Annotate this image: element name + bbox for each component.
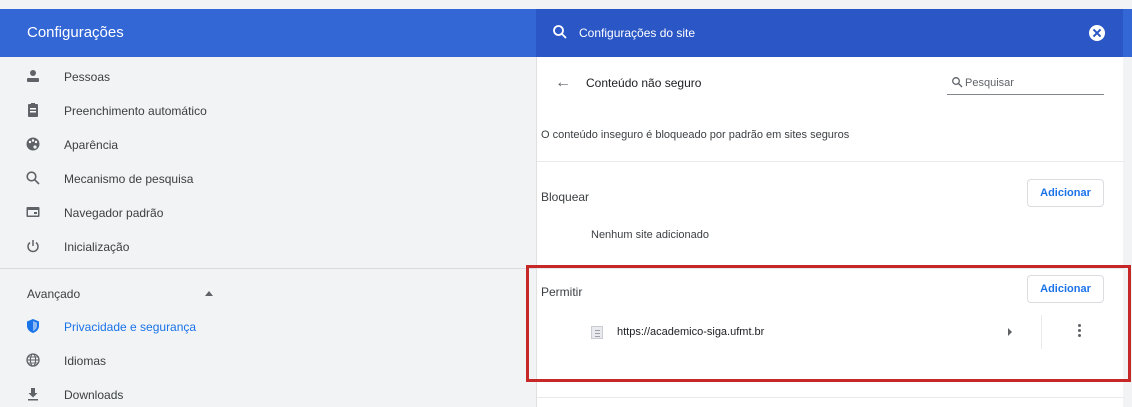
browser-icon <box>26 207 40 217</box>
block-section-title: Bloquear <box>541 190 590 204</box>
sidebar-item-mecanismo[interactable]: Mecanismo de pesquisa <box>0 162 536 196</box>
sidebar-item-label: Aparência <box>64 138 119 152</box>
sidebar-item-label: Navegador padrão <box>64 206 164 220</box>
list-item[interactable]: https://academico-siga.ufmt.br <box>537 315 1124 349</box>
search-input[interactable]: Configurações do site <box>579 9 695 57</box>
clear-search-icon[interactable] <box>1089 25 1105 41</box>
add-block-button[interactable]: Adicionar <box>1027 179 1104 207</box>
globe-icon <box>26 353 40 367</box>
site-url[interactable]: https://academico-siga.ufmt.br <box>617 315 764 349</box>
sidebar-item-label: Idiomas <box>64 354 107 368</box>
sidebar-item-label: Pessoas <box>64 70 111 84</box>
allow-section-title: Permitir <box>541 285 583 299</box>
site-favicon-icon <box>591 326 603 339</box>
sidebar-item-aparencia[interactable]: Aparência <box>0 128 536 162</box>
sidebar-item-label: Mecanismo de pesquisa <box>64 172 194 186</box>
shield-icon <box>27 319 39 333</box>
sidebar-item-downloads[interactable]: Downloads <box>0 378 536 407</box>
advanced-toggle[interactable]: Avançado <box>27 280 80 308</box>
search-icon <box>26 171 40 185</box>
divider <box>537 397 1124 398</box>
chevron-up-icon[interactable] <box>205 291 213 296</box>
power-icon <box>27 240 39 253</box>
sidebar-item-label: Inicialização <box>64 240 130 254</box>
person-icon <box>27 70 39 82</box>
sidebar-item-label: Privacidade e segurança <box>64 320 197 334</box>
settings-search-box[interactable]: Configurações do site <box>536 9 1123 57</box>
sidebar: Pessoas Preenchimento automático Aparênc… <box>0 57 536 407</box>
more-vert-icon[interactable] <box>1078 324 1082 340</box>
search-input[interactable] <box>965 73 1100 93</box>
description-text: O conteúdo inseguro é bloqueado por padr… <box>541 129 850 141</box>
divider <box>537 161 1124 162</box>
sidebar-item-label: Downloads <box>64 388 124 402</box>
app-title: Configurações <box>27 24 124 41</box>
clipboard-icon <box>28 103 38 117</box>
arrow-back-icon[interactable]: ← <box>555 75 571 91</box>
content-card: ← Conteúdo não seguro O conteúdo insegur… <box>536 57 1124 407</box>
empty-list-text: Nenhum site adicionado <box>591 229 710 241</box>
divider <box>0 268 536 269</box>
sidebar-item-label: Preenchimento automático <box>64 104 207 118</box>
download-icon <box>28 388 38 401</box>
divider <box>1041 315 1042 349</box>
sidebar-item-pessoas[interactable]: Pessoas <box>0 60 536 94</box>
sidebar-item-preenchimento[interactable]: Preenchimento automático <box>0 94 536 128</box>
search-icon <box>952 77 963 88</box>
add-allow-button[interactable]: Adicionar <box>1027 275 1104 303</box>
search-icon <box>553 25 567 39</box>
palette-icon <box>26 137 40 151</box>
sidebar-item-idiomas[interactable]: Idiomas <box>0 344 536 378</box>
divider <box>537 268 1124 269</box>
sidebar-item-inicializacao[interactable]: Inicialização <box>0 230 536 264</box>
sidebar-item-privacidade[interactable]: Privacidade e segurança <box>0 310 536 344</box>
page-title: Conteúdo não seguro <box>586 76 702 90</box>
site-search-field[interactable] <box>947 71 1104 95</box>
chevron-right-icon[interactable] <box>1008 328 1012 336</box>
settings-window: Configurações Configurações do site Pess… <box>0 0 1132 407</box>
sidebar-item-navegador[interactable]: Navegador padrão <box>0 196 536 230</box>
